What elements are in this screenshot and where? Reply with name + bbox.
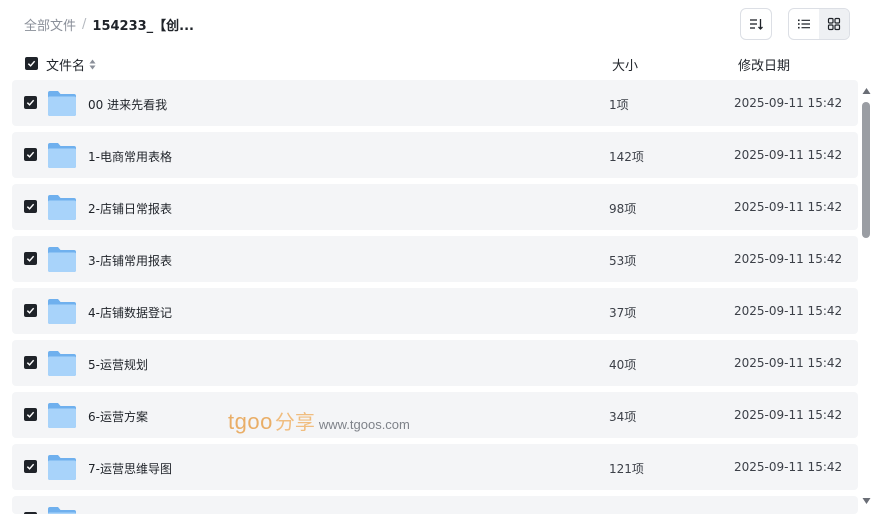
scrollbar-thumb[interactable] (862, 102, 870, 238)
checkmark-icon (26, 411, 35, 418)
select-all-checkbox[interactable] (25, 57, 38, 70)
breadcrumb-root[interactable]: 全部文件 (24, 15, 76, 34)
file-name[interactable]: 2-店铺日常报表 (88, 200, 172, 217)
file-name[interactable]: 4-店铺数据登记 (88, 304, 172, 321)
folder-icon (47, 297, 77, 329)
folder-icon (47, 245, 77, 277)
sort-order-icon (750, 19, 763, 30)
row-checkbox[interactable] (24, 356, 37, 369)
breadcrumb-current: 154233_【创... (92, 18, 194, 34)
row-checkbox[interactable] (24, 96, 37, 109)
file-size: 40项 (609, 358, 637, 372)
file-row[interactable]: 3-店铺常用报表 53项 2025-09-11 15:42 (12, 236, 858, 282)
file-size: 121项 (609, 462, 644, 476)
name-column-header[interactable]: 文件名 (46, 55, 96, 74)
checkmark-icon (26, 151, 35, 158)
checkmark-icon (27, 60, 36, 67)
file-size: 1项 (609, 98, 629, 112)
row-checkbox[interactable] (24, 200, 37, 213)
row-checkbox[interactable] (24, 460, 37, 473)
file-modified-date: 2025-09-11 15:42 (734, 460, 843, 474)
checkmark-icon (26, 307, 35, 314)
file-row[interactable]: 4-店铺数据登记 37项 2025-09-11 15:42 (12, 288, 858, 334)
folder-icon (47, 453, 77, 485)
file-modified-date: 2025-09-11 15:42 (734, 252, 843, 266)
sort-button[interactable] (740, 8, 772, 40)
view-toggle (788, 8, 850, 40)
sort-arrows-icon (89, 59, 96, 70)
checkmark-icon (26, 359, 35, 366)
row-checkbox[interactable] (24, 148, 37, 161)
file-name[interactable]: 00 进来先看我 (88, 96, 167, 113)
scroll-down-arrow-icon[interactable] (862, 497, 871, 505)
row-checkbox[interactable] (24, 408, 37, 421)
row-checkbox[interactable] (24, 252, 37, 265)
checkmark-icon (26, 255, 35, 262)
file-modified-date: 2025-09-11 15:42 (734, 148, 843, 162)
checkmark-icon (26, 463, 35, 470)
file-row[interactable]: 6-运营方案 34项 2025-09-11 15:42 (12, 392, 858, 438)
size-column-header[interactable]: 大小 (612, 55, 638, 74)
file-name[interactable]: 5-运营规划 (88, 356, 148, 373)
file-row-partial[interactable] (12, 496, 858, 514)
watermark-brand: tgoo (228, 409, 273, 434)
file-row[interactable]: 1-电商常用表格 142项 2025-09-11 15:42 (12, 132, 858, 178)
folder-icon (47, 89, 77, 121)
breadcrumb-separator: / (82, 16, 87, 32)
file-name[interactable]: 6-运营方案 (88, 408, 148, 425)
file-browser: 全部文件 / 154233_【创... 文件名 大小 修改日期 00 进来先看我… (0, 0, 874, 514)
folder-icon (47, 193, 77, 225)
checkmark-icon (26, 203, 35, 210)
folder-icon (47, 141, 77, 173)
file-row[interactable]: 00 进来先看我 1项 2025-09-11 15:42 (12, 80, 858, 126)
file-modified-date: 2025-09-11 15:42 (734, 408, 843, 422)
folder-icon (47, 401, 77, 433)
file-size: 53项 (609, 254, 637, 268)
file-modified-date: 2025-09-11 15:42 (734, 304, 843, 318)
file-size: 98项 (609, 202, 637, 216)
file-row[interactable]: 2-店铺日常报表 98项 2025-09-11 15:42 (12, 184, 858, 230)
file-name[interactable]: 3-店铺常用报表 (88, 252, 172, 269)
list-view-icon (798, 19, 810, 29)
file-row[interactable]: 7-运营思维导图 121项 2025-09-11 15:42 (12, 444, 858, 490)
file-modified-date: 2025-09-11 15:42 (734, 96, 843, 110)
grid-view-button[interactable] (819, 9, 849, 39)
list-view-button[interactable] (789, 9, 819, 39)
file-row[interactable]: 5-运营规划 40项 2025-09-11 15:42 (12, 340, 858, 386)
row-checkbox[interactable] (24, 304, 37, 317)
scroll-up-arrow-icon[interactable] (862, 87, 871, 95)
file-modified-date: 2025-09-11 15:42 (734, 356, 843, 370)
folder-icon (47, 349, 77, 381)
file-size: 142项 (609, 150, 644, 164)
watermark: tgoo 分享 www.tgoos.com (228, 406, 410, 435)
name-column-label: 文件名 (46, 59, 86, 74)
column-header: 文件名 大小 修改日期 (0, 52, 874, 76)
breadcrumb: 全部文件 / 154233_【创... (24, 14, 194, 34)
file-name[interactable]: 1-电商常用表格 (88, 148, 172, 165)
watermark-share: 分享 (274, 410, 315, 434)
file-name[interactable]: 7-运营思维导图 (88, 460, 172, 477)
file-size: 37项 (609, 306, 637, 320)
grid-view-icon (827, 17, 841, 31)
file-modified-date: 2025-09-11 15:42 (734, 200, 843, 214)
watermark-url: www.tgoos.com (318, 417, 410, 432)
folder-icon (47, 505, 77, 514)
checkmark-icon (26, 99, 35, 106)
modified-column-header[interactable]: 修改日期 (738, 55, 790, 74)
file-size: 34项 (609, 410, 637, 424)
